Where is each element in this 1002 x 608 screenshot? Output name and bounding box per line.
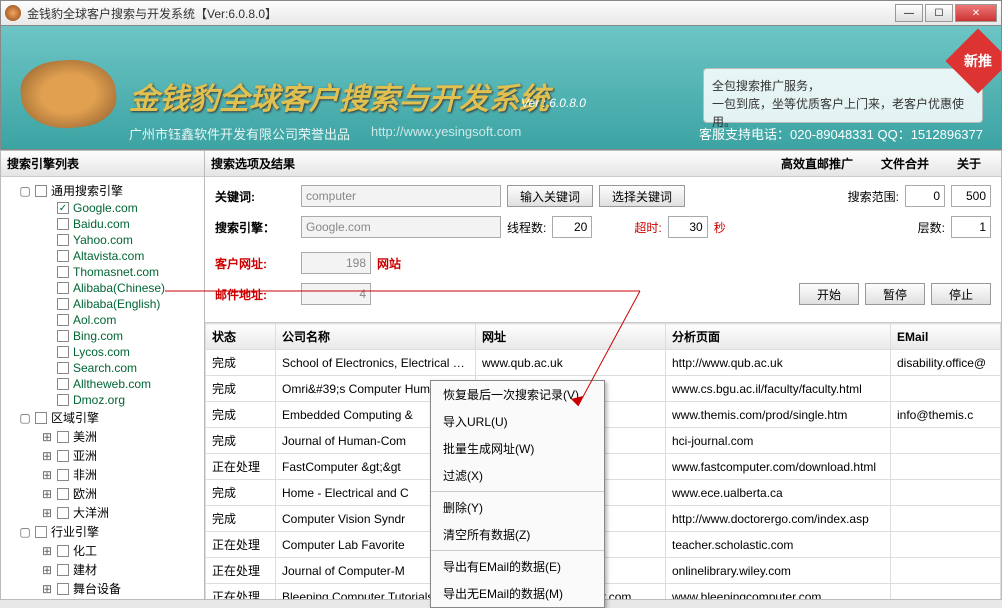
banner: 金钱豹全球客户搜索与开发系统 Ver : 6.0.8.0 广州市钰鑫软件开发有限…: [0, 26, 1002, 150]
col-url[interactable]: 网址: [476, 324, 666, 350]
sec-label: 秒: [714, 219, 726, 236]
range-label: 搜索范围:: [848, 188, 899, 205]
tree-item[interactable]: ⊞大洋洲: [3, 503, 202, 522]
range-to-input[interactable]: [951, 185, 991, 207]
tree-item[interactable]: Aol.com: [3, 312, 202, 328]
banner-version: Ver : 6.0.8.0: [521, 96, 586, 110]
mail-addr-value: [301, 283, 371, 305]
leopard-logo-icon: [18, 56, 119, 132]
options-title: 搜索选项及结果: [205, 151, 775, 176]
tree-item[interactable]: ⊞亚洲: [3, 446, 202, 465]
tree-item[interactable]: ⊞美洲: [3, 427, 202, 446]
tree-item[interactable]: ⊞非洲: [3, 465, 202, 484]
keyword-input[interactable]: [301, 185, 501, 207]
support-info: 客服支持电话：020-89048331 QQ：1512896377: [699, 124, 983, 143]
website-label: 网站: [377, 255, 401, 272]
threads-input[interactable]: [552, 216, 592, 238]
menu-about[interactable]: 关于: [957, 155, 981, 172]
sidebar: 搜索引擎列表 ▢通用搜索引擎✓Google.comBaidu.comYahoo.…: [0, 150, 205, 600]
tree-item[interactable]: Bing.com: [3, 328, 202, 344]
timeout-label: 超时:: [634, 219, 661, 236]
tree-item[interactable]: ▢区域引擎: [3, 408, 202, 427]
ctx-clear-all[interactable]: 清空所有数据(Z): [431, 521, 604, 548]
col-company[interactable]: 公司名称: [276, 324, 476, 350]
start-button[interactable]: 开始: [799, 283, 859, 305]
window-title: 金钱豹全球客户搜索与开发系统【Ver:6.0.8.0】: [27, 5, 895, 22]
tree-item[interactable]: Alibaba(English): [3, 296, 202, 312]
tree-item[interactable]: ✓Google.com: [3, 200, 202, 216]
tree-item[interactable]: ⊞建材: [3, 560, 202, 579]
client-url-value: [301, 252, 371, 274]
input-keyword-button[interactable]: 输入关键词: [507, 185, 593, 207]
col-page[interactable]: 分析页面: [666, 324, 891, 350]
col-status[interactable]: 状态: [206, 324, 276, 350]
ctx-delete[interactable]: 删除(Y): [431, 494, 604, 521]
tree-item[interactable]: Thomasnet.com: [3, 264, 202, 280]
banner-url: http://www.yesingsoft.com: [371, 124, 521, 139]
search-form: 关键词: 输入关键词 选择关键词 搜索范围: 搜索引擎： 线程数: 超时: 秒 …: [205, 177, 1001, 322]
ctx-filter[interactable]: 过滤(X): [431, 462, 604, 489]
threads-label: 线程数:: [507, 219, 546, 236]
banner-title: 金钱豹全球客户搜索与开发系统: [129, 74, 549, 118]
menu-file-merge[interactable]: 文件合并: [881, 155, 929, 172]
engine-input[interactable]: [301, 216, 501, 238]
maximize-button[interactable]: ☐: [925, 4, 953, 22]
tree-item[interactable]: ▢行业引擎: [3, 522, 202, 541]
engine-tree[interactable]: ▢通用搜索引擎✓Google.comBaidu.comYahoo.comAlta…: [1, 177, 204, 597]
tree-item[interactable]: Alibaba(Chinese): [3, 280, 202, 296]
keyword-label: 关键词:: [215, 188, 295, 205]
ctx-import-url[interactable]: 导入URL(U): [431, 408, 604, 435]
minimize-button[interactable]: —: [895, 4, 923, 22]
stop-button[interactable]: 停止: [931, 283, 991, 305]
ctx-export-with-email[interactable]: 导出有EMail的数据(E): [431, 553, 604, 580]
sidebar-title: 搜索引擎列表: [1, 151, 204, 177]
tree-item[interactable]: Yahoo.com: [3, 232, 202, 248]
mail-addr-label: 邮件地址:: [215, 286, 295, 303]
table-row[interactable]: 完成School of Electronics, Electrical Engi…: [206, 350, 1001, 376]
client-url-label: 客户网址:: [215, 255, 295, 272]
tree-item[interactable]: Altavista.com: [3, 248, 202, 264]
tree-item[interactable]: Dmoz.org: [3, 392, 202, 408]
layers-input[interactable]: [951, 216, 991, 238]
tree-item[interactable]: ▢通用搜索引擎: [3, 181, 202, 200]
context-menu[interactable]: 恢复最后一次搜索记录(V) 导入URL(U) 批量生成网址(W) 过滤(X) 删…: [430, 380, 605, 608]
menu-mail-push[interactable]: 高效直邮推广: [781, 155, 853, 172]
tree-item[interactable]: Baidu.com: [3, 216, 202, 232]
tree-item[interactable]: Search.com: [3, 360, 202, 376]
tree-item[interactable]: ⊞舞台设备: [3, 579, 202, 597]
app-icon: [5, 5, 21, 21]
layers-label: 层数:: [918, 219, 945, 236]
pause-button[interactable]: 暂停: [865, 283, 925, 305]
tree-item[interactable]: Alltheweb.com: [3, 376, 202, 392]
tree-item[interactable]: Lycos.com: [3, 344, 202, 360]
close-button[interactable]: ✕: [955, 4, 997, 22]
titlebar: 金钱豹全球客户搜索与开发系统【Ver:6.0.8.0】 — ☐ ✕: [0, 0, 1002, 26]
banner-company: 广州市钰鑫软件开发有限公司荣誉出品: [129, 124, 350, 143]
promo-line1: 全包搜索推广服务，: [712, 77, 974, 95]
promo-box: 全包搜索推广服务， 一包到底，坐等优质客户上门来，老客户优惠使用。: [703, 68, 983, 123]
col-email[interactable]: EMail: [891, 324, 1001, 350]
range-from-input[interactable]: [905, 185, 945, 207]
tree-item[interactable]: ⊞欧洲: [3, 484, 202, 503]
ctx-gen-urls[interactable]: 批量生成网址(W): [431, 435, 604, 462]
ctx-restore[interactable]: 恢复最后一次搜索记录(V): [431, 381, 604, 408]
engine-label: 搜索引擎：: [215, 219, 295, 236]
tree-item[interactable]: ⊞化工: [3, 541, 202, 560]
select-keyword-button[interactable]: 选择关键词: [599, 185, 685, 207]
ctx-export-no-email[interactable]: 导出无EMail的数据(M): [431, 580, 604, 607]
timeout-input[interactable]: [668, 216, 708, 238]
